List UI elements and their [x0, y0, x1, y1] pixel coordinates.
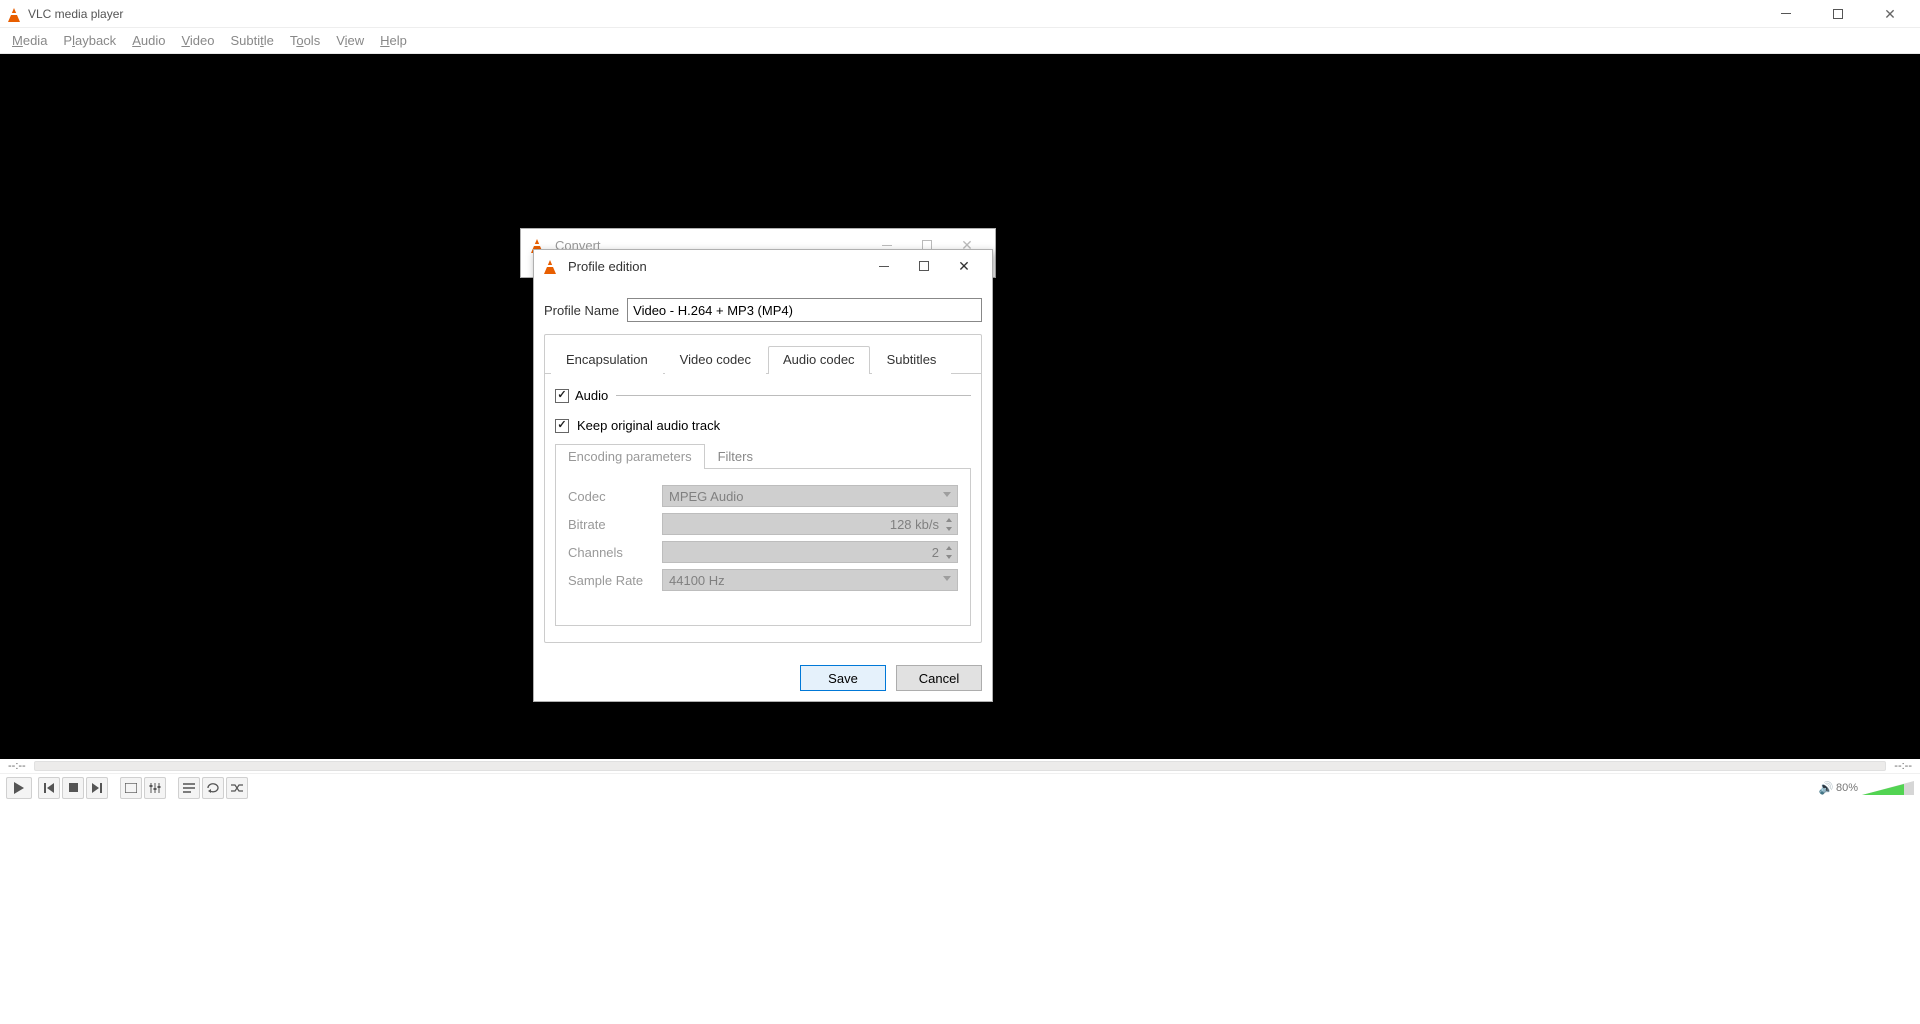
tab-video-codec[interactable]: Video codec — [665, 346, 766, 374]
spin-up-icon — [943, 543, 955, 552]
stop-icon — [69, 783, 78, 792]
audio-checkbox[interactable] — [555, 389, 569, 403]
close-button[interactable]: ✕ — [1876, 4, 1904, 24]
app-title: VLC media player — [28, 7, 1772, 21]
skip-back-icon — [44, 783, 54, 793]
playlist-button[interactable] — [178, 777, 200, 799]
menubar: Media Playback Audio Video Subtitle Tool… — [0, 28, 1920, 54]
profile-dialog-title: Profile edition — [568, 259, 864, 274]
time-remaining: --:-- — [1894, 760, 1912, 772]
shuffle-icon — [231, 783, 243, 793]
extended-settings-button[interactable] — [144, 777, 166, 799]
bitrate-spinner: 128 kb/s — [662, 513, 958, 535]
subtab-encoding-parameters[interactable]: Encoding parameters — [555, 444, 705, 469]
profile-tabs: Encapsulation Video codec Audio codec Su… — [545, 341, 981, 374]
sliders-icon — [149, 783, 161, 793]
channels-value: 2 — [932, 545, 939, 560]
vlc-cone-icon — [6, 6, 22, 22]
loop-icon — [207, 783, 219, 793]
spin-up-icon — [943, 515, 955, 524]
video-canvas: Convert ✕ Profile edition ✕ Profile Name… — [0, 54, 1920, 759]
menu-help[interactable]: Help — [372, 31, 415, 50]
channels-label: Channels — [568, 545, 652, 560]
chevron-down-icon — [943, 492, 951, 497]
tab-subtitles[interactable]: Subtitles — [872, 346, 952, 374]
playlist-icon — [183, 783, 195, 793]
fullscreen-icon — [125, 783, 137, 793]
profile-close-button[interactable]: ✕ — [944, 252, 984, 280]
keep-original-checkbox[interactable] — [555, 419, 569, 433]
save-button[interactable]: Save — [800, 665, 886, 691]
codec-select: MPEG Audio — [662, 485, 958, 507]
chevron-down-icon — [943, 576, 951, 581]
subtab-filters[interactable]: Filters — [705, 444, 766, 469]
profile-name-input[interactable] — [627, 298, 982, 322]
bitrate-label: Bitrate — [568, 517, 652, 532]
channels-spinner: 2 — [662, 541, 958, 563]
next-button[interactable] — [86, 777, 108, 799]
shuffle-button[interactable] — [226, 777, 248, 799]
profile-name-label: Profile Name — [544, 303, 619, 318]
profile-edition-dialog: Profile edition ✕ Profile Name Encapsula… — [533, 249, 993, 702]
codec-label: Codec — [568, 489, 652, 504]
volume-percent: 80% — [1836, 782, 1858, 794]
volume-slider[interactable] — [1862, 781, 1914, 795]
previous-button[interactable] — [38, 777, 60, 799]
menu-audio[interactable]: Audio — [124, 31, 173, 50]
maximize-button[interactable] — [1824, 4, 1852, 24]
bitrate-value: 128 kb/s — [890, 517, 939, 532]
profile-dialog-titlebar[interactable]: Profile edition ✕ — [534, 250, 992, 282]
profile-maximize-button[interactable] — [904, 252, 944, 280]
speaker-icon[interactable]: 🔊 — [1820, 782, 1832, 794]
menu-playback[interactable]: Playback — [55, 31, 124, 50]
tab-encapsulation[interactable]: Encapsulation — [551, 346, 663, 374]
cancel-button[interactable]: Cancel — [896, 665, 982, 691]
seek-slider[interactable] — [34, 761, 1887, 771]
main-titlebar: VLC media player ✕ — [0, 0, 1920, 28]
menu-tools[interactable]: Tools — [282, 31, 328, 50]
menu-subtitle[interactable]: Subtitle — [222, 31, 281, 50]
minimize-button[interactable] — [1772, 4, 1800, 24]
audio-group-label: Audio — [575, 388, 608, 403]
spin-down-icon — [943, 524, 955, 533]
keep-original-label: Keep original audio track — [577, 418, 720, 433]
time-elapsed: --:-- — [8, 760, 26, 772]
loop-button[interactable] — [202, 777, 224, 799]
codec-value: MPEG Audio — [669, 489, 743, 504]
samplerate-select: 44100 Hz — [662, 569, 958, 591]
menu-media[interactable]: Media — [4, 31, 55, 50]
menu-view[interactable]: View — [328, 31, 372, 50]
tab-audio-codec[interactable]: Audio codec — [768, 346, 870, 374]
spin-down-icon — [943, 552, 955, 561]
samplerate-label: Sample Rate — [568, 573, 652, 588]
play-icon — [14, 782, 24, 794]
menu-video[interactable]: Video — [173, 31, 222, 50]
profile-minimize-button[interactable] — [864, 252, 904, 280]
stop-button[interactable] — [62, 777, 84, 799]
fullscreen-button[interactable] — [120, 777, 142, 799]
vlc-cone-icon — [542, 258, 558, 274]
samplerate-value: 44100 Hz — [669, 573, 725, 588]
play-button[interactable] — [6, 777, 32, 799]
skip-forward-icon — [92, 783, 102, 793]
controls-area: --:-- --:-- — [0, 759, 1920, 801]
